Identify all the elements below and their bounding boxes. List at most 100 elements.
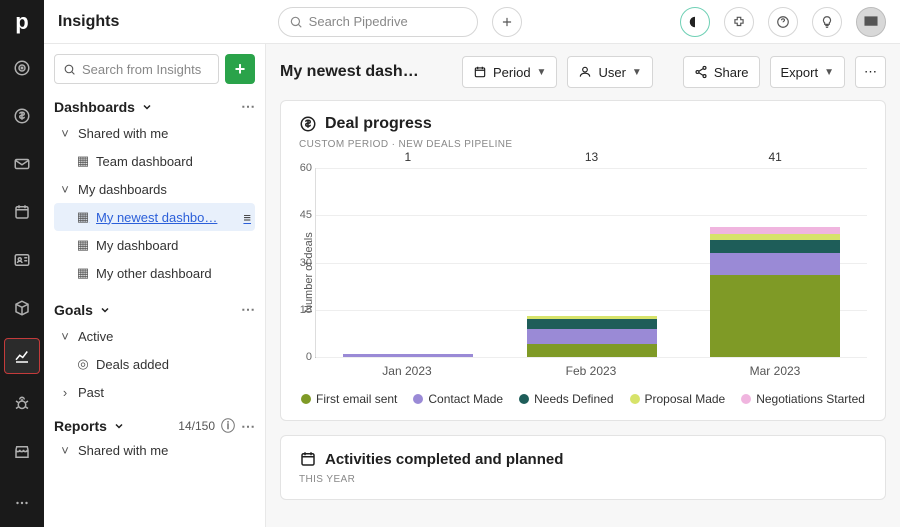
card-subtitle: CUSTOM PERIOD · NEW DEALS PIPELINE [299, 139, 867, 150]
reports-count: 14/150 [178, 419, 215, 433]
chevron-down-icon: ˅ [58, 126, 72, 141]
chevron-down-icon: ▼ [632, 67, 642, 78]
legend-item[interactable]: Negotiations Started [741, 392, 865, 406]
rail-more-icon[interactable] [4, 485, 40, 521]
rail-bug-icon[interactable] [4, 386, 40, 422]
bar-stack[interactable] [527, 316, 657, 357]
tree-reports-shared[interactable]: ˅ Shared with me [54, 436, 255, 464]
tree-my-dashboard[interactable]: ▦ My dashboard [54, 231, 255, 259]
content-header: My newest dashb… Period ▼ User▼ Share [280, 56, 886, 88]
chevron-down-icon: ▼ [824, 67, 834, 78]
add-button[interactable] [492, 7, 522, 37]
dashboard-title: My newest dashb… [280, 63, 420, 81]
legend-label: Proposal Made [645, 392, 726, 406]
btn-label: Share [714, 65, 749, 80]
rail-store-icon[interactable] [4, 434, 40, 470]
bar-segment[interactable] [527, 319, 657, 329]
rail-mail-icon[interactable] [4, 146, 40, 182]
legend-item[interactable]: First email sent [301, 392, 397, 406]
bar-stack[interactable] [343, 354, 473, 357]
legend-swatch [301, 394, 311, 404]
user-filter[interactable]: User▼ [567, 56, 652, 88]
tree-label: Active [78, 329, 113, 344]
more-button[interactable]: ⋯ [855, 56, 886, 88]
bar-segment[interactable] [527, 329, 657, 345]
bar-column: 41 [683, 168, 867, 357]
tree-label: My dashboards [78, 182, 167, 197]
y-tick-label: 30 [292, 257, 312, 269]
rail-contacts-icon[interactable] [4, 242, 40, 278]
calendar-icon [473, 65, 487, 79]
tree-team-dashboard[interactable]: ▦ Team dashboard [54, 147, 255, 175]
btn-label: Period [493, 65, 531, 80]
period-filter[interactable]: Period ▼ [462, 56, 557, 88]
section-reports[interactable]: Reports 14/150 ⓘ ⋯ [54, 416, 255, 436]
new-insight-button[interactable]: + [225, 54, 255, 84]
drag-handle-icon[interactable]: ≡ [243, 210, 251, 225]
rail-currency-icon[interactable] [4, 98, 40, 134]
tree-label: My dashboard [96, 238, 178, 253]
tree-my-other-dashboard[interactable]: ▦ My other dashboard [54, 259, 255, 287]
tips-icon[interactable] [812, 7, 842, 37]
tree-label: Shared with me [78, 126, 168, 141]
global-search[interactable]: Search Pipedrive [278, 7, 478, 37]
bar-segment[interactable] [343, 354, 473, 357]
bar-stack[interactable] [710, 227, 840, 357]
nav-rail: p [0, 0, 44, 527]
export-button[interactable]: Export▼ [770, 56, 845, 88]
legend-item[interactable]: Contact Made [413, 392, 503, 406]
legend-item[interactable]: Needs Defined [519, 392, 613, 406]
card-title-text: Deal progress [325, 115, 432, 133]
legend-label: Contact Made [428, 392, 503, 406]
info-icon[interactable]: ⓘ [221, 416, 235, 436]
tree-label: Past [78, 385, 104, 400]
search-icon [289, 15, 303, 29]
chevron-down-icon: ˅ [58, 329, 72, 344]
bar-column: 13 [500, 168, 684, 357]
legend-label: Negotiations Started [756, 392, 865, 406]
gridline [316, 357, 867, 358]
tree-my-newest-dashboard[interactable]: ▦ My newest dashbo… ≡ [54, 203, 255, 231]
bar-column: 1 [316, 168, 500, 357]
tree-active[interactable]: ˅ Active [54, 322, 255, 350]
rail-calendar-icon[interactable] [4, 194, 40, 230]
insights-search[interactable]: Search from Insights [54, 54, 219, 84]
section-menu-icon[interactable]: ⋯ [241, 301, 255, 318]
card-title: Activities completed and planned [299, 450, 867, 468]
rail-target-icon[interactable] [4, 50, 40, 86]
legend-item[interactable]: Proposal Made [630, 392, 726, 406]
status-icon[interactable] [680, 7, 710, 37]
y-tick-label: 0 [292, 351, 312, 363]
extensions-icon[interactable] [724, 7, 754, 37]
tree-past[interactable]: › Past [54, 378, 255, 406]
bar-total-label: 1 [404, 150, 411, 164]
y-tick-label: 15 [292, 304, 312, 316]
help-icon[interactable] [768, 7, 798, 37]
dashboard-icon: ▦ [76, 265, 90, 281]
bar-segment[interactable] [710, 253, 840, 275]
rail-box-icon[interactable] [4, 290, 40, 326]
chevron-right-icon: › [58, 385, 72, 400]
tree-deals-added[interactable]: ◎ Deals added [54, 350, 255, 378]
bar-segment[interactable] [710, 240, 840, 253]
rail-insights-icon[interactable] [4, 338, 40, 374]
section-menu-icon[interactable]: ⋯ [241, 418, 255, 435]
app-logo[interactable]: p [0, 0, 44, 44]
currency-icon [299, 115, 317, 133]
bar-segment[interactable] [710, 275, 840, 357]
bar-total-label: 13 [585, 150, 598, 164]
section-goals[interactable]: Goals ⋯ [54, 301, 255, 318]
tree-my-dashboards[interactable]: ˅ My dashboards [54, 175, 255, 203]
tree-label: My other dashboard [96, 266, 212, 281]
section-dashboards[interactable]: Dashboards ⋯ [54, 98, 255, 115]
share-button[interactable]: Share [683, 56, 760, 88]
tree-shared-with-me[interactable]: ˅ Shared with me [54, 119, 255, 147]
insights-sidebar: Search from Insights + Dashboards ⋯ ˅ Sh… [44, 44, 266, 527]
x-tick-label: Mar 2023 [683, 364, 867, 378]
chevron-down-icon: ▼ [537, 67, 547, 78]
section-menu-icon[interactable]: ⋯ [241, 98, 255, 115]
bars-container: 11341 [316, 168, 867, 357]
bar-segment[interactable] [527, 344, 657, 357]
user-avatar[interactable] [856, 7, 886, 37]
content-area: My newest dashb… Period ▼ User▼ Share [266, 44, 900, 527]
